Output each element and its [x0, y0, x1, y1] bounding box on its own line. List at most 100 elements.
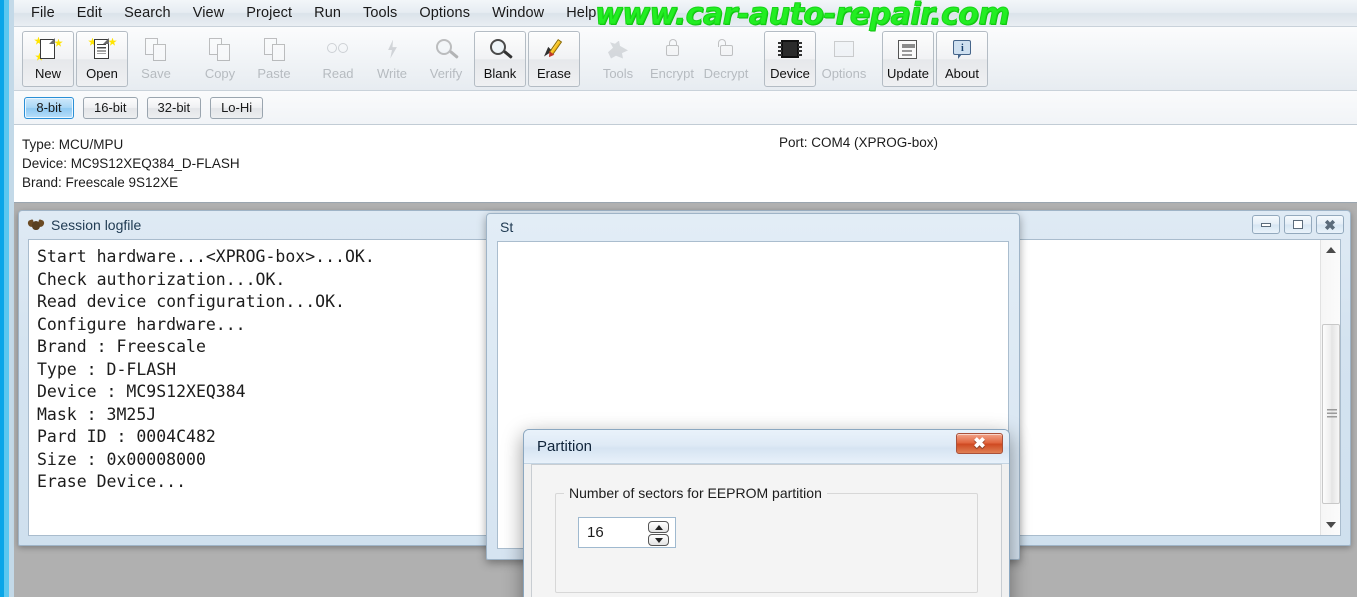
toolbar-button-copy[interactable]: Copy	[194, 31, 246, 87]
close-icon: ✖	[973, 435, 986, 452]
scroll-down-button[interactable]	[1321, 515, 1341, 535]
toolbar-button-verify[interactable]: Verify	[420, 31, 472, 87]
sectors-spinner[interactable]: 16	[578, 517, 676, 548]
toolbar-label-tools: Tools	[602, 65, 634, 81]
toolbar-label-device: Device	[770, 65, 810, 81]
chip-icon	[775, 37, 805, 65]
toolbar-button-write[interactable]: Write	[366, 31, 418, 87]
application-window: File Edit Search View Project Run Tools …	[0, 0, 1357, 597]
port-line: Port: COM4 (XPROG-box)	[779, 135, 939, 150]
grip-icon	[1327, 409, 1337, 419]
toolbar-button-save[interactable]: Save	[130, 31, 182, 87]
tools-icon	[603, 37, 633, 65]
copy-icon	[205, 37, 235, 65]
toolbar-label-copy: Copy	[204, 65, 236, 81]
device-type-line: Type: MCU/MPU	[22, 137, 124, 152]
menu-item-tools[interactable]: Tools	[352, 2, 408, 25]
menu-item-search[interactable]: Search	[113, 2, 182, 25]
caret-down-icon	[654, 537, 663, 543]
minimize-icon	[1261, 222, 1271, 227]
device-name-line: Device: MC9S12XEQ384_D-FLASH	[22, 156, 240, 171]
toolbar-button-about[interactable]: i About	[936, 30, 988, 87]
toolbar-label-update: Update	[887, 65, 929, 81]
partition-dialog-titlebar[interactable]	[524, 430, 1009, 464]
spinner-down-button[interactable]	[648, 534, 669, 546]
session-logfile-title: Session logfile	[51, 217, 142, 233]
menu-item-edit[interactable]: Edit	[66, 2, 113, 25]
toolbar-label-verify: Verify	[429, 65, 463, 81]
chevron-down-icon	[1326, 522, 1336, 528]
toolbar-button-erase[interactable]: Erase	[528, 30, 580, 87]
blank-check-icon	[485, 37, 515, 65]
bit-mode-8bit[interactable]: 8-bit	[24, 96, 74, 119]
toolbar-button-options[interactable]: Options	[818, 31, 870, 87]
toolbar-button-update[interactable]: Update	[882, 30, 934, 87]
bit-mode-32bit[interactable]: 32-bit	[146, 96, 202, 119]
about-icon: i	[947, 37, 977, 65]
paste-icon	[259, 37, 289, 65]
toolbar-button-encrypt[interactable]: Encrypt	[646, 31, 698, 87]
menu-item-window[interactable]: Window	[481, 2, 555, 25]
toolbar-label-open: Open	[86, 65, 118, 81]
scroll-up-button[interactable]	[1321, 240, 1341, 260]
chevron-up-icon	[1326, 247, 1336, 253]
toolbar-label-write: Write	[376, 65, 408, 81]
partition-dialog: Partition ✖ Number of sectors for EEPROM…	[523, 429, 1010, 597]
window-controls: ✖	[1252, 215, 1344, 234]
device-brand-line: Brand: Freescale 9S12XE	[22, 175, 179, 190]
toolbar-button-device[interactable]: Device	[764, 30, 816, 87]
spinner-buttons	[648, 521, 669, 546]
caret-up-icon	[654, 524, 663, 530]
bit-mode-16bit[interactable]: 16-bit	[83, 96, 138, 119]
close-icon: ✖	[1324, 216, 1336, 233]
spinner-up-button[interactable]	[648, 521, 669, 533]
lock-closed-icon	[657, 37, 687, 65]
toolbar-label-read: Read	[322, 65, 354, 81]
close-button[interactable]: ✖	[1316, 215, 1344, 234]
erase-icon	[539, 37, 569, 65]
restore-button[interactable]	[1284, 215, 1312, 234]
toolbar-button-decrypt[interactable]: Decrypt	[700, 31, 752, 87]
partition-dialog-body: Number of sectors for EEPROM partition 1…	[531, 464, 1002, 597]
new-document-icon	[33, 36, 63, 65]
toolbar-button-new[interactable]: New	[22, 30, 74, 87]
main-toolbar: New Open Save Copy Paste Read Write Veri…	[14, 27, 1357, 91]
partition-dialog-title: Partition	[537, 438, 593, 455]
minimize-button[interactable]	[1252, 215, 1280, 234]
bit-mode-toolbar: 8-bit 16-bit 32-bit Lo-Hi	[14, 91, 1357, 125]
sectors-value[interactable]: 16	[587, 524, 604, 541]
log-vertical-scrollbar[interactable]	[1320, 240, 1340, 535]
mdi-client-area: Session logfile ✖ Start hardware...<XPRO…	[14, 203, 1357, 597]
verify-magnifier-icon	[431, 37, 461, 65]
menu-item-options[interactable]: Options	[408, 2, 481, 25]
toolbar-button-open[interactable]: Open	[76, 30, 128, 87]
lock-open-icon	[711, 37, 741, 65]
open-document-icon	[87, 37, 117, 65]
toolbar-button-read[interactable]: Read	[312, 31, 364, 87]
bit-mode-lohi[interactable]: Lo-Hi	[210, 96, 264, 119]
toolbar-button-paste[interactable]: Paste	[248, 31, 300, 87]
toolbar-label-about: About	[945, 65, 979, 81]
scrollbar-thumb[interactable]	[1322, 324, 1340, 504]
options-windows-icon	[829, 37, 859, 65]
toolbar-button-tools[interactable]: Tools	[592, 31, 644, 87]
toolbar-label-save: Save	[141, 65, 171, 81]
toolbar-button-blank[interactable]: Blank	[474, 30, 526, 87]
toolbar-label-decrypt: Decrypt	[703, 65, 749, 81]
sectors-groupbox-label: Number of sectors for EEPROM partition	[564, 485, 827, 501]
update-icon	[893, 37, 923, 65]
menu-item-file[interactable]: File	[20, 2, 66, 25]
toolbar-label-paste: Paste	[257, 65, 291, 81]
menu-item-run[interactable]: Run	[303, 2, 352, 25]
menu-item-view[interactable]: View	[182, 2, 236, 25]
toolbar-label-encrypt: Encrypt	[649, 65, 695, 81]
dialog-close-button[interactable]: ✖	[956, 433, 1003, 454]
read-icon	[323, 37, 353, 65]
save-icon	[141, 37, 171, 65]
write-icon	[377, 37, 407, 65]
menu-item-project[interactable]: Project	[235, 2, 303, 25]
restore-icon	[1293, 220, 1303, 229]
bug-icon	[27, 218, 45, 232]
background-window-title: St	[500, 219, 514, 235]
device-info-lines: Type: MCU/MPU Device: MC9S12XEQ384_D-FLA…	[22, 135, 240, 192]
